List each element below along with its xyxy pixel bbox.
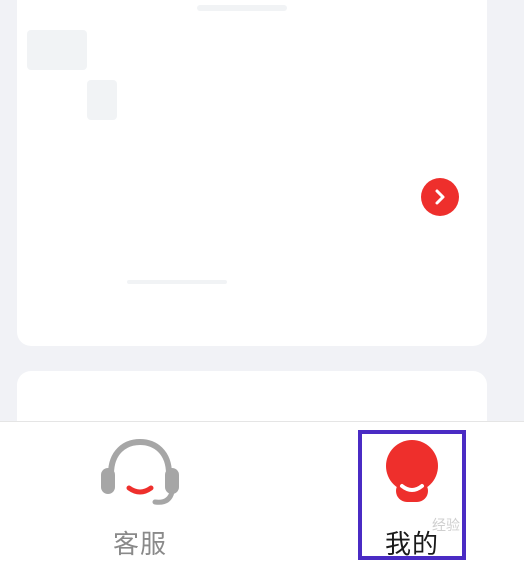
watermark-text: 经验 xyxy=(432,518,460,534)
blurred-content xyxy=(87,80,117,120)
blurred-content xyxy=(197,5,287,11)
blurred-content xyxy=(127,280,227,284)
headset-icon xyxy=(101,438,179,505)
chevron-right-icon xyxy=(435,189,445,205)
tab-label-service: 客服 xyxy=(112,530,167,560)
card-arrow-button[interactable] xyxy=(421,178,459,216)
selection-highlight-box xyxy=(358,430,466,560)
content-card xyxy=(17,0,487,346)
tab-customer-service[interactable]: 客服 xyxy=(50,422,230,569)
blurred-content xyxy=(27,30,87,70)
